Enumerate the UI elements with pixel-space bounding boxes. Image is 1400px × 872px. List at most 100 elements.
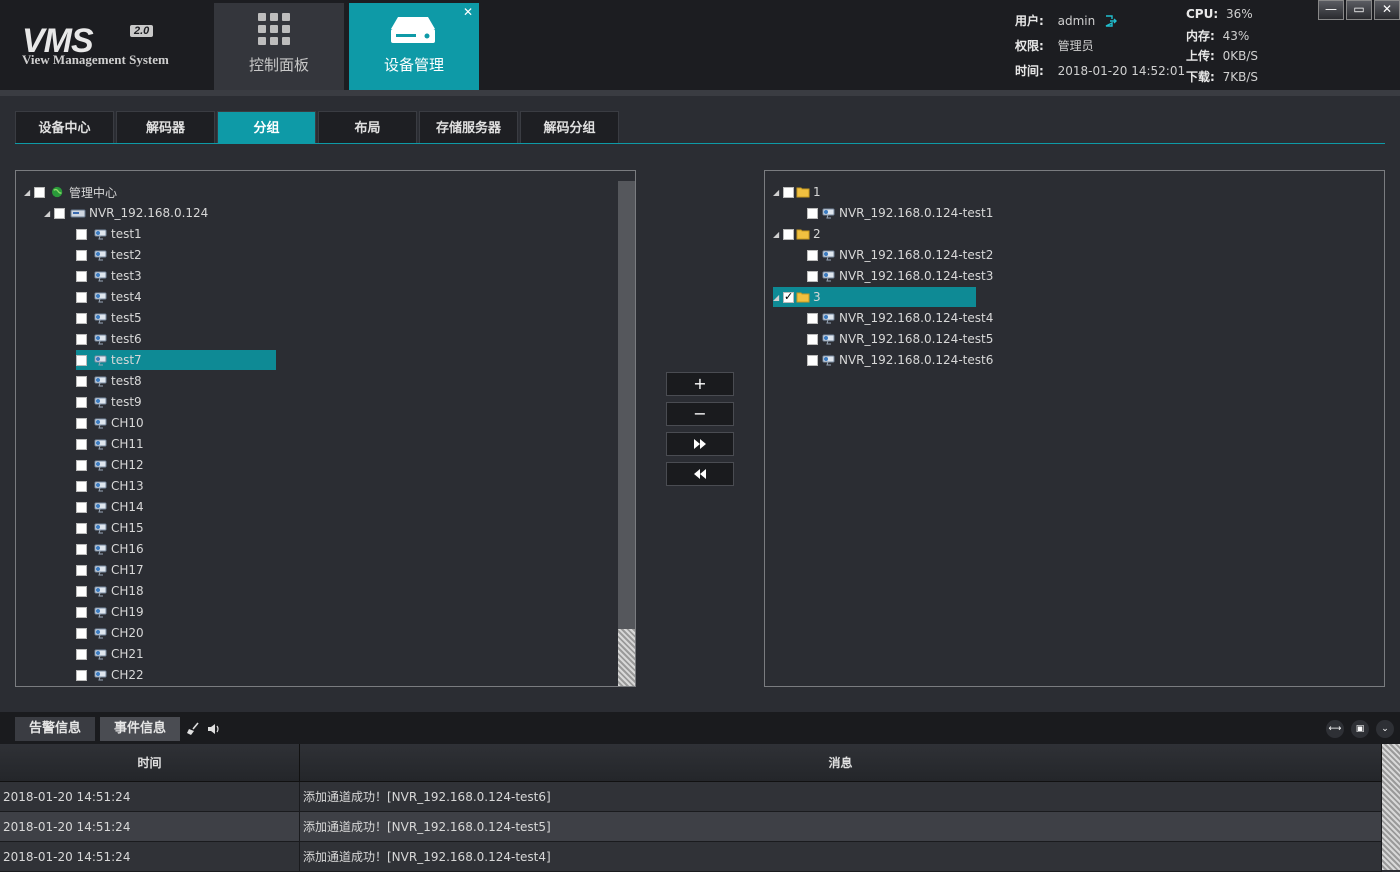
- tree-channel[interactable]: test2: [76, 245, 142, 265]
- log-scrollbar[interactable]: [1382, 744, 1400, 870]
- checkbox[interactable]: [76, 606, 87, 618]
- tab-alarm-info[interactable]: 告警信息: [15, 717, 95, 741]
- tree-group[interactable]: ◢ 1: [773, 182, 821, 202]
- tree-group-item[interactable]: NVR_192.168.0.124-test2: [807, 245, 993, 265]
- checkbox[interactable]: [807, 333, 818, 345]
- checkbox[interactable]: [807, 249, 818, 261]
- tree-channel[interactable]: test6: [76, 329, 142, 349]
- scrollbar-thumb[interactable]: [1382, 744, 1400, 870]
- tree-group-item[interactable]: NVR_192.168.0.124-test5: [807, 329, 993, 349]
- tree-channel[interactable]: CH16: [76, 539, 144, 559]
- logout-icon[interactable]: [1105, 15, 1118, 27]
- tree-root[interactable]: ◢ 管理中心: [24, 182, 117, 202]
- checkbox[interactable]: [807, 270, 818, 282]
- vertical-scrollbar[interactable]: [618, 181, 635, 686]
- tree-group[interactable]: ◢3: [773, 287, 976, 307]
- checkbox[interactable]: [34, 186, 45, 198]
- tree-channel[interactable]: CH22: [76, 665, 144, 685]
- tree-channel[interactable]: test7: [76, 350, 276, 370]
- checkbox[interactable]: [54, 207, 65, 219]
- tree-group-item[interactable]: NVR_192.168.0.124-test3: [807, 266, 993, 286]
- checkbox[interactable]: [76, 417, 87, 429]
- checkbox[interactable]: [783, 290, 794, 303]
- table-row[interactable]: 2018-01-20 14:51:24 添加通道成功！[NVR_192.168.…: [0, 812, 1382, 842]
- tree-channel[interactable]: test4: [76, 287, 142, 307]
- tab-device-center[interactable]: 设备中心: [15, 111, 114, 144]
- tree-channel[interactable]: CH17: [76, 560, 144, 580]
- tree-channel[interactable]: CH12: [76, 455, 144, 475]
- add-all-button[interactable]: [666, 432, 734, 456]
- checkbox[interactable]: [76, 627, 87, 639]
- tree-channel[interactable]: test9: [76, 392, 142, 412]
- checkbox[interactable]: [76, 480, 87, 492]
- checkbox[interactable]: [807, 354, 818, 366]
- checkbox[interactable]: [783, 186, 794, 198]
- collapse-arrow-icon[interactable]: ◢: [773, 293, 783, 302]
- tab-device-management[interactable]: 设备管理 ✕: [349, 3, 479, 90]
- tab-decoder[interactable]: 解码器: [116, 111, 215, 144]
- tree-channel[interactable]: test5: [76, 308, 142, 328]
- tab-layout[interactable]: 布局: [318, 111, 417, 144]
- collapse-arrow-icon[interactable]: ◢: [773, 188, 783, 197]
- collapse-down-icon[interactable]: ⌄: [1376, 720, 1394, 738]
- window-icon[interactable]: ▣: [1351, 720, 1369, 738]
- table-row[interactable]: 2018-01-20 14:51:24 添加通道成功！[NVR_192.168.…: [0, 842, 1382, 872]
- tree-group-item[interactable]: NVR_192.168.0.124-test1: [807, 203, 993, 223]
- checkbox[interactable]: [807, 207, 818, 219]
- tab-storage-server[interactable]: 存储服务器: [419, 111, 518, 144]
- checkbox[interactable]: [76, 354, 87, 366]
- table-row[interactable]: 2018-01-20 14:51:24 添加通道成功！[NVR_192.168.…: [0, 782, 1382, 812]
- tab-group[interactable]: 分组: [217, 111, 316, 144]
- checkbox[interactable]: [783, 228, 794, 240]
- tree-channel[interactable]: CH15: [76, 518, 144, 538]
- tree-channel[interactable]: CH19: [76, 602, 144, 622]
- pin-icon[interactable]: ⟷: [1326, 720, 1344, 738]
- tree-channel[interactable]: test1: [76, 224, 142, 244]
- tree-channel[interactable]: test8: [76, 371, 142, 391]
- checkbox[interactable]: [76, 228, 87, 240]
- checkbox[interactable]: [76, 333, 87, 345]
- checkbox[interactable]: [76, 501, 87, 513]
- tree-group-item[interactable]: NVR_192.168.0.124-test6: [807, 350, 993, 370]
- tree-channel[interactable]: CH10: [76, 413, 144, 433]
- scrollbar-thumb[interactable]: [618, 629, 635, 686]
- tree-channel[interactable]: CH13: [76, 476, 144, 496]
- close-tab-icon[interactable]: ✕: [463, 5, 473, 19]
- collapse-arrow-icon[interactable]: ◢: [24, 188, 34, 197]
- checkbox[interactable]: [76, 270, 87, 282]
- checkbox[interactable]: [76, 291, 87, 303]
- checkbox[interactable]: [76, 648, 87, 660]
- tree-channel[interactable]: CH14: [76, 497, 144, 517]
- checkbox[interactable]: [807, 312, 818, 324]
- checkbox[interactable]: [76, 564, 87, 576]
- tree-channel[interactable]: CH11: [76, 434, 144, 454]
- tree-nvr[interactable]: ◢ NVR_192.168.0.124: [44, 203, 208, 223]
- tree-channel[interactable]: test3: [76, 266, 142, 286]
- checkbox[interactable]: [76, 522, 87, 534]
- checkbox[interactable]: [76, 249, 87, 261]
- tree-group-item[interactable]: NVR_192.168.0.124-test4: [807, 308, 993, 328]
- checkbox[interactable]: [76, 585, 87, 597]
- remove-button[interactable]: −: [666, 402, 734, 426]
- checkbox[interactable]: [76, 438, 87, 450]
- tab-event-info[interactable]: 事件信息: [100, 717, 180, 741]
- tab-decode-group[interactable]: 解码分组: [520, 111, 619, 144]
- close-button[interactable]: ✕: [1374, 0, 1400, 20]
- checkbox[interactable]: [76, 312, 87, 324]
- tree-channel[interactable]: CH18: [76, 581, 144, 601]
- broom-icon[interactable]: [186, 722, 200, 736]
- tree-channel[interactable]: CH21: [76, 644, 144, 664]
- checkbox[interactable]: [76, 459, 87, 471]
- speaker-icon[interactable]: [207, 722, 221, 736]
- tab-dashboard[interactable]: 控制面板: [214, 3, 344, 90]
- minimize-button[interactable]: —: [1318, 0, 1344, 20]
- checkbox[interactable]: [76, 396, 87, 408]
- tree-group[interactable]: ◢ 2: [773, 224, 821, 244]
- checkbox[interactable]: [76, 375, 87, 387]
- remove-all-button[interactable]: [666, 462, 734, 486]
- maximize-button[interactable]: ▭: [1346, 0, 1372, 20]
- add-button[interactable]: +: [666, 372, 734, 396]
- checkbox[interactable]: [76, 669, 87, 681]
- collapse-arrow-icon[interactable]: ◢: [44, 209, 54, 218]
- collapse-arrow-icon[interactable]: ◢: [773, 230, 783, 239]
